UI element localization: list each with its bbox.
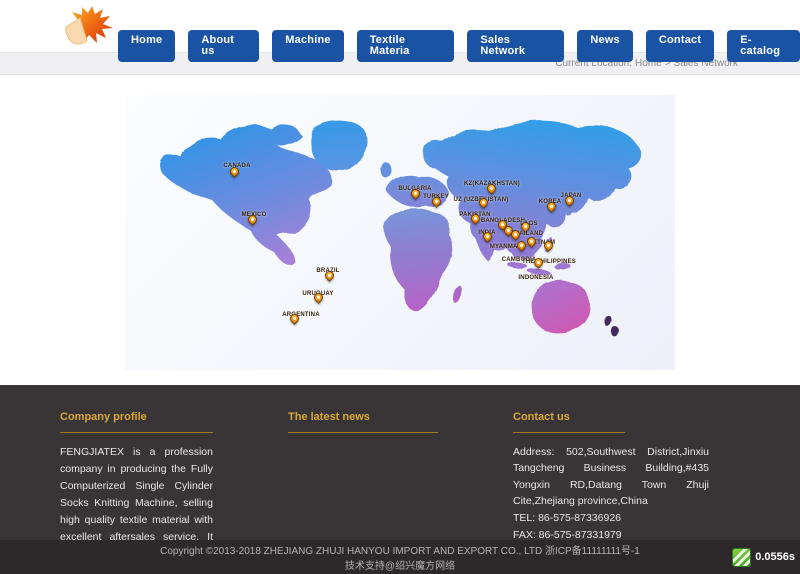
nav-about-us[interactable]: About us [188,30,259,62]
nav-e-catalog[interactable]: E-catalog [727,30,800,62]
main-nav: Home About us Machine Textile Materia Sa… [118,30,800,62]
sales-network-map: CANADAMEXICOBRAZILURUGUAYARGENTINABULGAR… [125,95,675,370]
copyright-bar: Copyright ©2013-2018 ZHEJIANG ZHUJI HANY… [0,540,800,574]
contact-us-title: Contact us [513,411,625,433]
copyright-line2: 技术支持@绍兴魔方网络 [0,560,800,574]
nav-machine[interactable]: Machine [272,30,343,62]
nav-home[interactable]: Home [118,30,175,62]
main-content: CANADAMEXICOBRAZILURUGUAYARGENTINABULGAR… [0,75,800,385]
nav-sales-network[interactable]: Sales Network [467,30,564,62]
copyright-line1: Copyright ©2013-2018 ZHEJIANG ZHUJI HANY… [0,545,800,560]
world-map-svg [125,95,675,370]
nav-contact[interactable]: Contact [646,30,714,62]
latest-news-title: The latest news [288,411,438,433]
maple-leaf-logo-icon [62,5,114,50]
page-load-time: 0.0556s [755,550,795,566]
footer: Company profile FENGJIATEX is a professi… [0,385,800,540]
nav-news[interactable]: News [577,30,633,62]
map-pin-label: INDONESIA [518,275,553,281]
map-pin-label: THE PHILIPPINES [522,259,576,265]
nav-textile-materia[interactable]: Textile Materia [357,30,455,62]
map-pin-label: ARGENTINA [282,312,319,318]
company-profile-title: Company profile [60,411,213,433]
footer-latest-news: The latest news [288,411,438,444]
thinkphp-leaf-icon [732,548,751,567]
contact-tel: TEL: 86-575-87336926 [513,510,709,526]
page-load-time-badge: 0.0556s [732,548,795,567]
company-logo[interactable] [62,5,114,50]
header: Home About us Machine Textile Materia Sa… [0,0,800,52]
contact-address: Address: 502,Southwest District,Jinxiu T… [513,444,709,509]
